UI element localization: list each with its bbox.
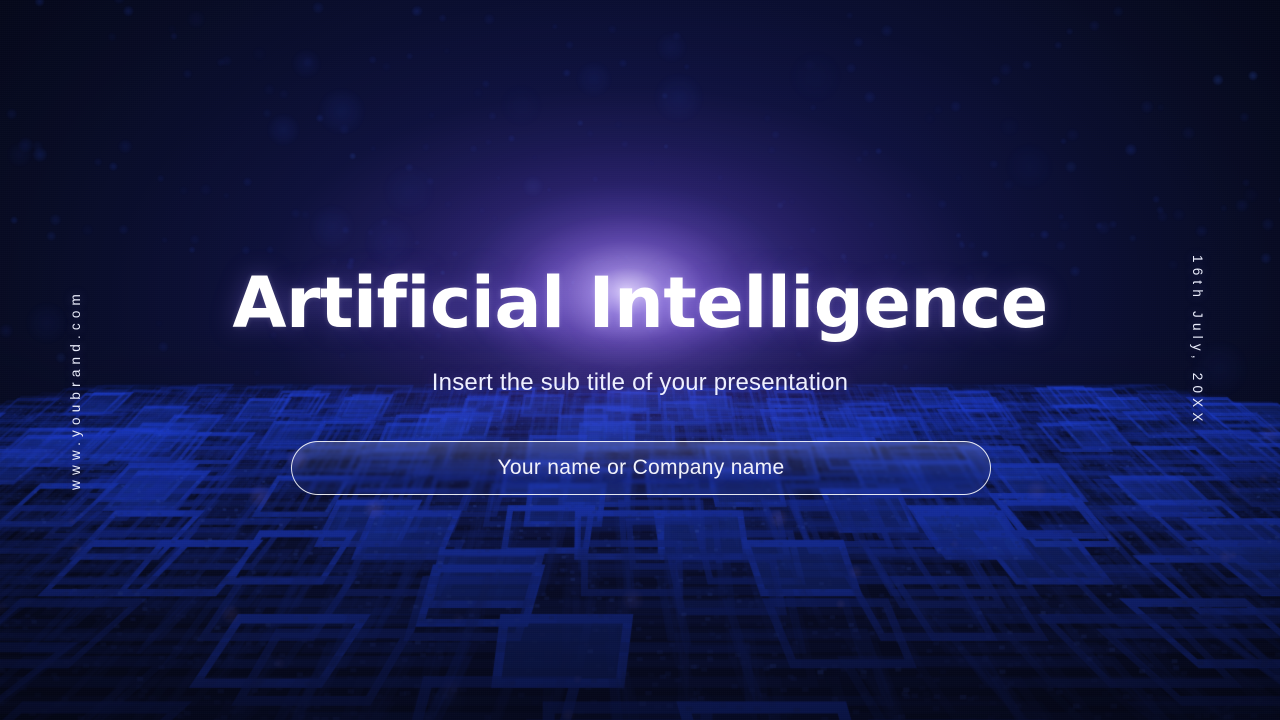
presentation-slide: Artificial Intelligence Insert the sub t…: [0, 0, 1280, 720]
slide-content: Artificial Intelligence Insert the sub t…: [0, 0, 1280, 720]
title-block: Artificial Intelligence: [0, 262, 1280, 344]
name-or-company-placeholder: Your name or Company name: [497, 456, 785, 479]
slide-subtitle: Insert the sub title of your presentatio…: [431, 369, 849, 396]
page-title: Artificial Intelligence: [232, 262, 1048, 344]
name-or-company-field[interactable]: Your name or Company name: [291, 441, 991, 495]
website-url-vertical[interactable]: www.youbrand.com: [68, 289, 83, 490]
date-label-vertical: 16th July, 20XX: [1190, 255, 1205, 427]
